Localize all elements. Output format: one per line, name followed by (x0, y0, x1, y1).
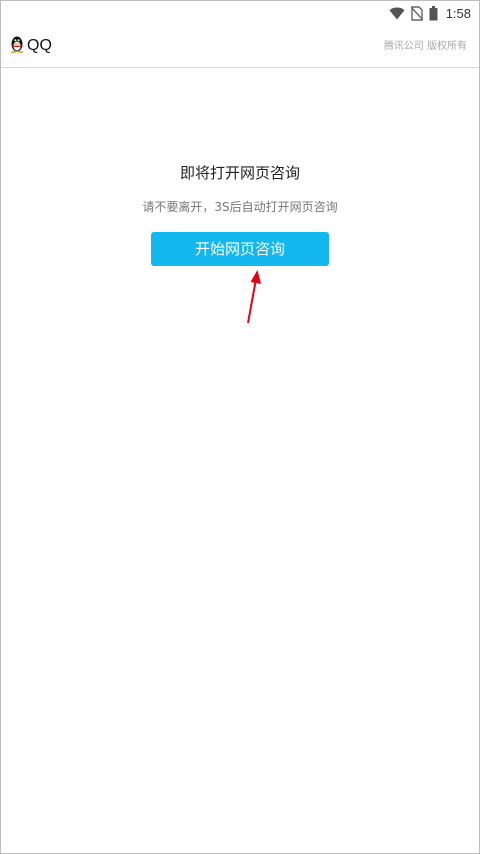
copyright-text: 腾讯公司 版权所有 (383, 41, 467, 52)
app-window: 1:58 QQ 腾讯公司 版权所有 即将打开网页咨询 请不要离开，3S后自动打开… (0, 0, 480, 854)
qq-logo[interactable]: QQ (9, 35, 52, 57)
page-title: 即将打开网页咨询 (179, 164, 300, 182)
start-web-consult-button[interactable]: 开始网页咨询 (151, 232, 329, 266)
status-time: 1:58 (445, 5, 471, 21)
page-subtitle: 请不要离开，3S后自动打开网页咨询 (142, 200, 338, 214)
battery-icon (429, 5, 438, 21)
wifi-icon (389, 7, 405, 20)
top-bar: QQ 腾讯公司 版权所有 (1, 25, 479, 68)
main-content: 即将打开网页咨询 请不要离开，3S后自动打开网页咨询 (1, 161, 479, 217)
qq-penguin-icon (9, 35, 25, 57)
status-bar: 1:58 (1, 1, 479, 25)
no-sim-icon (410, 5, 423, 21)
red-arrow-annotation (237, 267, 267, 327)
app-name: QQ (27, 37, 52, 54)
